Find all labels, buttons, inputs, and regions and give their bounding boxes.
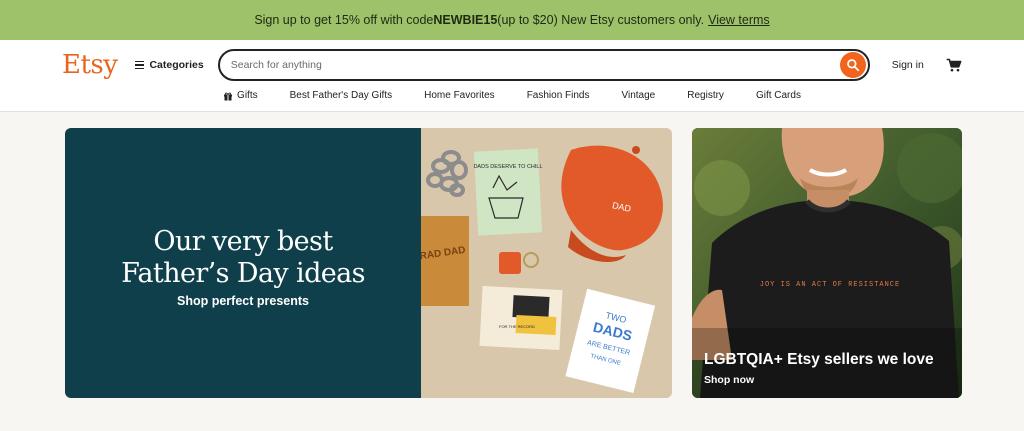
search-button[interactable] <box>839 52 866 78</box>
view-terms-link[interactable]: View terms <box>708 13 770 27</box>
hero-title-line1: Our very best <box>153 226 333 257</box>
cart-button[interactable] <box>946 58 962 73</box>
nav-item-home-favorites[interactable]: Home Favorites <box>424 90 495 101</box>
card3-text: FOR THE RECORD <box>499 324 535 329</box>
lgbtqia-card-title: LGBTQIA+ Etsy sellers we love <box>704 351 934 368</box>
fathers-day-hero[interactable]: Our very best Father’s Day ideas Shop pe… <box>65 128 672 398</box>
rad-dad-card: RAD DAD <box>419 216 469 306</box>
record-card: FOR THE RECORD <box>479 285 563 351</box>
shirt-text: JOY IS AN ACT OF RESISTANCE <box>760 281 900 289</box>
menu-icon <box>135 59 145 72</box>
categories-label: Categories <box>149 59 204 71</box>
promo-text-after: (up to $20) New Etsy customers only. <box>497 13 705 27</box>
search-icon <box>846 59 859 72</box>
promo-text-before: Sign up to get 15% off with code <box>254 13 434 27</box>
site-header: Etsy Categories Sign in <box>0 40 1024 90</box>
cart-icon <box>946 58 962 71</box>
search-bar <box>217 49 870 81</box>
categories-button[interactable]: Categories <box>135 59 204 72</box>
gift-icon <box>224 92 233 100</box>
hero-subtitle[interactable]: Shop perfect presents <box>177 294 309 308</box>
fathers-day-products-illustration: DADS DESERVE TO CHILL DAD RAD DAD FOR TH… <box>419 128 672 398</box>
hero-title-line2: Father’s Day ideas <box>121 258 365 289</box>
nav-item-fashion-finds[interactable]: Fashion Finds <box>527 90 590 101</box>
nav-label: Gifts <box>237 90 258 101</box>
main-content: Our very best Father’s Day ideas Shop pe… <box>0 112 1024 431</box>
hero-product-image: DADS DESERVE TO CHILL DAD RAD DAD FOR TH… <box>419 128 672 398</box>
nav-item-vintage[interactable]: Vintage <box>622 90 656 101</box>
lgbtqia-sellers-card[interactable]: JOY IS AN ACT OF RESISTANCE LGBTQIA+ Ets… <box>692 128 962 398</box>
nav-item-gifts[interactable]: Gifts <box>223 90 258 101</box>
shop-now-link[interactable]: Shop now <box>704 374 934 386</box>
promo-code: NEWBIE15 <box>433 13 498 27</box>
promo-banner: Sign up to get 15% off with code NEWBIE1… <box>0 0 1024 40</box>
hero-text-panel: Our very best Father’s Day ideas Shop pe… <box>65 128 421 398</box>
card1-text: DADS DESERVE TO CHILL <box>473 164 542 170</box>
hero-title: Our very best Father’s Day ideas <box>121 226 365 290</box>
nav-item-registry[interactable]: Registry <box>687 90 724 101</box>
etsy-logo[interactable]: Etsy <box>62 50 118 80</box>
nav-item-gift-cards[interactable]: Gift Cards <box>756 90 801 101</box>
dads-deserve-card: DADS DESERVE TO CHILL <box>473 148 543 236</box>
search-input[interactable] <box>230 59 840 71</box>
nav-item-fathers-day[interactable]: Best Father's Day Gifts <box>290 90 393 101</box>
lgbtqia-card-caption: LGBTQIA+ Etsy sellers we love Shop now <box>704 351 934 386</box>
sign-in-link[interactable]: Sign in <box>892 59 924 71</box>
category-nav: Gifts Best Father's Day Gifts Home Favor… <box>0 90 1024 111</box>
